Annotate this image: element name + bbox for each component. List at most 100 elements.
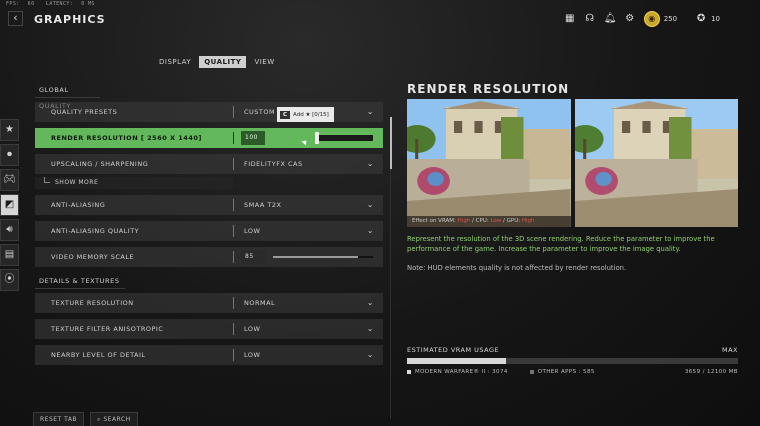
setting-note: Note: HUD elements quality is not affect… bbox=[407, 264, 627, 272]
caption-vram: High bbox=[457, 218, 471, 224]
divider bbox=[233, 199, 234, 211]
search-label: SEARCH bbox=[103, 416, 131, 423]
tab-view[interactable]: VIEW bbox=[249, 56, 279, 68]
network-icon[interactable]: ⦿ bbox=[0, 269, 19, 291]
party-count: 10 bbox=[711, 15, 720, 23]
setting-label: TEXTURE FILTER ANISOTROPIC bbox=[51, 325, 164, 333]
caption-gpu: High bbox=[521, 218, 535, 224]
perf-readout: FPS: 60 LATENCY: 0 MS bbox=[6, 1, 103, 7]
setting-label: ANTI-ALIASING bbox=[51, 201, 106, 209]
legend-game-label: MODERN WARFARE® II : 3074 bbox=[415, 369, 508, 375]
chevron-down-icon: ⌄ bbox=[366, 200, 374, 209]
divider bbox=[233, 106, 234, 118]
top-icons: ▦ ☊ 🔔︎ ⚙ ◉ 250 ✪ 10 bbox=[564, 11, 730, 27]
key-hint: C bbox=[280, 110, 291, 119]
render-resolution-value[interactable]: 100 bbox=[241, 131, 265, 145]
section-details-textures: DETAILS & TEXTURES bbox=[35, 273, 125, 289]
tooltip-text: Add ★ [0/15] bbox=[293, 111, 329, 118]
chevron-down-icon: ⌄ bbox=[366, 159, 374, 168]
show-more-button[interactable]: SHOW MORE bbox=[35, 177, 233, 189]
chevron-down-icon: ⌄ bbox=[366, 350, 374, 359]
setting-anti-aliasing[interactable]: ANTI-ALIASING SMAA T2X ⌄ bbox=[35, 195, 383, 215]
setting-upscaling[interactable]: UPSCALING / SHARPENING FIDELITYFX CAS ⌄ bbox=[35, 154, 383, 174]
setting-label: UPSCALING / SHARPENING bbox=[51, 160, 149, 168]
chevron-down-icon: ⌄ bbox=[366, 298, 374, 307]
bell-icon[interactable]: 🔔︎ bbox=[604, 13, 617, 25]
party-icon[interactable]: ✪ bbox=[695, 13, 707, 25]
settings-list: GLOBAL QUALITY QUALITY PRESETS CUSTOM ⌄ … bbox=[35, 82, 383, 371]
vram-bar-used bbox=[407, 358, 507, 364]
setting-description: Represent the resolution of the 3D scene… bbox=[407, 235, 715, 253]
render-resolution-slider[interactable] bbox=[273, 132, 373, 144]
chevron-down-icon: ⌄ bbox=[366, 107, 374, 116]
bottom-actions: RESET TAB ⌕ SEARCH bbox=[33, 412, 138, 426]
reset-tab-button[interactable]: RESET TAB bbox=[33, 412, 85, 426]
preview-caption: Effect on VRAM: High / CPU: Low / GPU: H… bbox=[407, 216, 571, 227]
caption-cpu-label: / CPU: bbox=[472, 218, 489, 224]
setting-nearby-lod[interactable]: NEARBY LEVEL OF DETAIL LOW ⌄ bbox=[35, 345, 383, 365]
legend-game: MODERN WARFARE® II : 3074 bbox=[407, 369, 508, 375]
vram-bar bbox=[407, 358, 738, 364]
setting-value: LOW bbox=[244, 325, 261, 333]
headset-icon[interactable]: ☊ bbox=[584, 13, 596, 25]
controller-stick-icon[interactable]: ⏺ bbox=[0, 144, 19, 166]
gamepad-icon[interactable]: 🎮︎ bbox=[0, 169, 19, 191]
setting-label: VIDEO MEMORY SCALE bbox=[51, 253, 135, 261]
divider bbox=[233, 323, 234, 335]
fps-value: 60 bbox=[27, 1, 35, 7]
setting-label: NEARBY LEVEL OF DETAIL bbox=[51, 351, 146, 359]
slider-handle[interactable] bbox=[315, 132, 319, 144]
interface-icon[interactable]: ▤ bbox=[0, 244, 19, 266]
video-memory-slider[interactable] bbox=[273, 256, 373, 258]
legend-other-label: OTHER APPS : 585 bbox=[537, 369, 595, 375]
setting-label: QUALITY PRESETS bbox=[51, 108, 118, 116]
grid-icon[interactable]: ▦ bbox=[564, 13, 576, 25]
fps-label: FPS: bbox=[6, 1, 20, 7]
side-nav: ★ ⏺ 🎮︎ ◩ 🔊︎ ▤ ⦿ bbox=[0, 119, 19, 294]
back-button[interactable]: ‹ bbox=[8, 11, 23, 26]
slider-fill bbox=[273, 135, 315, 141]
latency-label: LATENCY: bbox=[45, 1, 74, 7]
video-memory-value[interactable]: 85 bbox=[241, 250, 265, 264]
setting-label: TEXTURE RESOLUTION bbox=[51, 299, 134, 307]
vram-title: ESTIMATED VRAM USAGE bbox=[407, 346, 500, 354]
detail-title: RENDER RESOLUTION bbox=[407, 82, 570, 96]
setting-aa-quality[interactable]: ANTI-ALIASING QUALITY LOW ⌄ bbox=[35, 221, 383, 241]
chevron-down-icon: ⌄ bbox=[366, 324, 374, 333]
legend-other: OTHER APPS : 585 bbox=[529, 369, 595, 375]
tab-display[interactable]: DISPLAY bbox=[154, 56, 196, 68]
audio-icon[interactable]: 🔊︎ bbox=[0, 219, 19, 241]
legend-swatch bbox=[529, 369, 534, 374]
setting-value: SMAA T2X bbox=[244, 201, 282, 209]
divider bbox=[233, 251, 234, 263]
scrollbar-track[interactable] bbox=[390, 169, 391, 419]
show-more-label: SHOW MORE bbox=[55, 179, 99, 186]
favorite-tooltip[interactable]: C Add ★ [0/15] bbox=[277, 107, 334, 122]
cod-points-icon: ◉ bbox=[643, 11, 660, 27]
vram-total: 3659 / 12100 MB bbox=[684, 369, 738, 375]
caption-prefix: Effect on VRAM: bbox=[412, 218, 456, 224]
setting-render-resolution[interactable]: RENDER RESOLUTION [ 2560 X 1440] 100 bbox=[35, 128, 383, 148]
favorites-icon[interactable]: ★ bbox=[0, 119, 19, 141]
tab-quality[interactable]: QUALITY bbox=[199, 56, 247, 68]
divider bbox=[233, 297, 234, 309]
setting-texture-resolution[interactable]: TEXTURE RESOLUTION NORMAL ⌄ bbox=[35, 293, 383, 313]
search-button[interactable]: ⌕ SEARCH bbox=[90, 412, 138, 426]
setting-video-memory-scale[interactable]: VIDEO MEMORY SCALE 85 bbox=[35, 247, 383, 267]
caption-gpu-label: / GPU: bbox=[503, 218, 521, 224]
preview-image-high bbox=[574, 99, 738, 227]
legend-swatch bbox=[407, 369, 411, 374]
gear-icon[interactable]: ⚙ bbox=[624, 13, 636, 25]
setting-value: LOW bbox=[244, 227, 261, 235]
setting-label: RENDER RESOLUTION [ 2560 X 1440] bbox=[51, 134, 202, 142]
page-title: GRAPHICS bbox=[34, 13, 106, 26]
setting-value: LOW bbox=[244, 351, 261, 359]
scrollbar-thumb[interactable] bbox=[390, 117, 392, 169]
points-value: 250 bbox=[663, 15, 678, 23]
graphics-icon[interactable]: ◩ bbox=[0, 194, 19, 216]
setting-value: NORMAL bbox=[244, 299, 276, 307]
preview-images: Effect on VRAM: High / CPU: Low / GPU: H… bbox=[407, 99, 738, 227]
settings-tabs: DISPLAY QUALITY VIEW bbox=[154, 56, 280, 68]
chevron-down-icon: ⌄ bbox=[366, 226, 374, 235]
setting-texture-filter[interactable]: TEXTURE FILTER ANISOTROPIC LOW ⌄ bbox=[35, 319, 383, 339]
